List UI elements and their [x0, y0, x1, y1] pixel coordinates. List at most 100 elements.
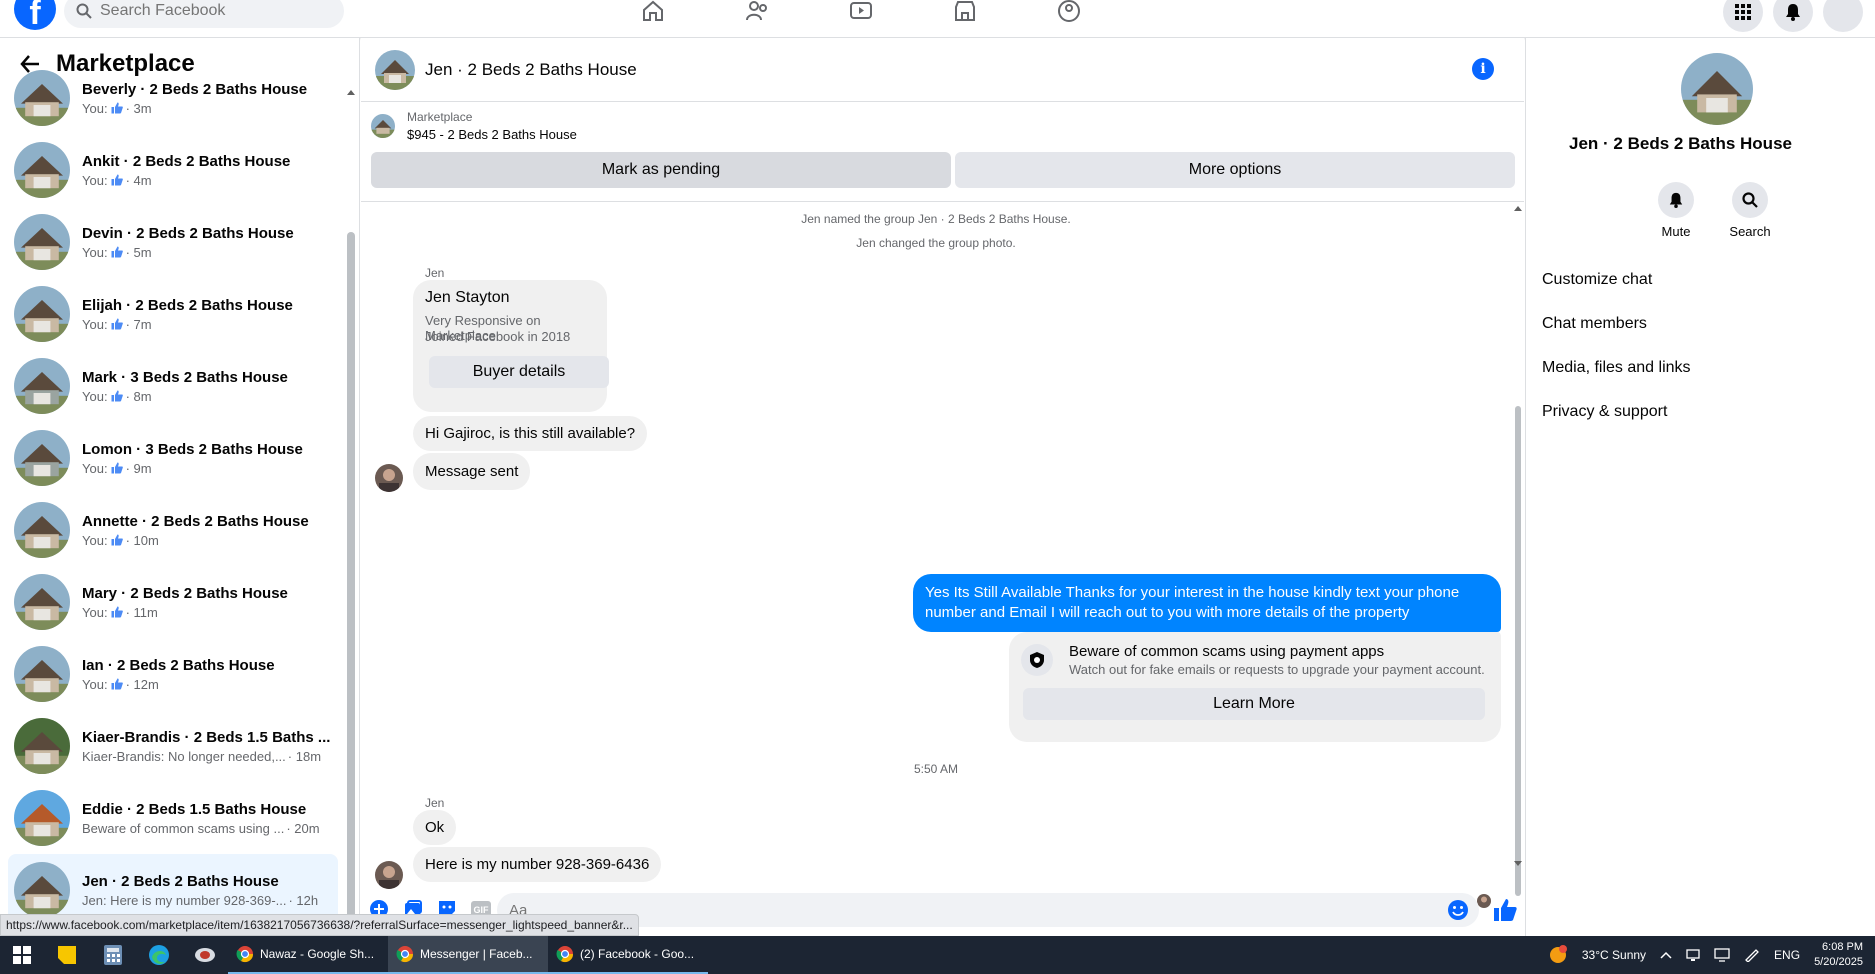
sticky-notes-icon[interactable]: [44, 936, 90, 974]
conversation-item[interactable]: Elijah · 2 Beds 2 Baths House You: · 7m: [8, 278, 338, 350]
conversation-item[interactable]: Lomon · 3 Beds 2 Baths House You: · 9m: [8, 422, 338, 494]
language-indicator[interactable]: ENG: [1774, 948, 1800, 962]
notifications-icon[interactable]: [1773, 0, 1813, 32]
chrome-icon: [236, 946, 254, 963]
home-icon[interactable]: [640, 0, 666, 26]
friends-icon[interactable]: [744, 0, 770, 26]
taskbar-window-messenger[interactable]: Messenger | Faceb...: [388, 936, 548, 974]
preview-text: You:: [82, 316, 108, 332]
windows-start-icon[interactable]: [0, 936, 44, 974]
taskbar-window-facebook[interactable]: (2) Facebook - Goo...: [548, 936, 708, 974]
customize-chat-item[interactable]: Customize chat: [1542, 258, 1852, 302]
preview-time: · 5m: [125, 244, 152, 260]
conversation-avatar: [14, 502, 70, 558]
weather-sun-icon[interactable]: [1548, 945, 1568, 965]
conversation-text: Elijah · 2 Beds 2 Baths House You: · 7m: [82, 297, 293, 332]
chat-panel: Jen · 2 Beds 2 Baths House i Marketplace…: [361, 38, 1524, 936]
conversation-name: Lomon · 3 Beds 2 Baths House: [82, 440, 303, 458]
info-icon[interactable]: i: [1472, 58, 1494, 80]
facebook-search-input[interactable]: [100, 2, 300, 20]
message-bubble[interactable]: Message sent: [413, 453, 531, 490]
groups-icon[interactable]: [1056, 0, 1082, 26]
facebook-logo-icon[interactable]: f: [14, 0, 56, 30]
conversation-item[interactable]: Mary · 2 Beds 2 Baths House You: · 11m: [8, 566, 338, 638]
buyer-joined: Joined Facebook in 2018: [425, 329, 571, 344]
message-bubble[interactable]: Hi Gajiroc, is this still available?: [413, 416, 648, 451]
scam-warning-title: Beware of common scams using payment app…: [1069, 643, 1385, 660]
message-bubble[interactable]: Here is my number 928-369-6436: [413, 847, 662, 882]
message-input[interactable]: [509, 901, 1409, 919]
mute-label: Mute: [1661, 224, 1691, 239]
taskbar-window-sheets[interactable]: Nawaz - Google Sh...: [228, 936, 388, 974]
conversation-name: Devin · 2 Beds 2 Baths House: [82, 224, 294, 242]
sidebar-scrollbar[interactable]: [347, 232, 355, 972]
conversation-item[interactable]: Mark · 3 Beds 2 Baths House You: · 8m: [8, 350, 338, 422]
thumbs-up-icon: [111, 462, 123, 474]
preview-time: · 11m: [125, 604, 158, 620]
message-input-wrapper[interactable]: [497, 893, 1479, 927]
message-bubble[interactable]: Ok: [413, 810, 457, 845]
weather-text[interactable]: 33°C Sunny: [1582, 948, 1646, 962]
system-tray: 33°C Sunny ENG 6:08 PM 5/20/2025: [1548, 936, 1875, 974]
marketplace-icon[interactable]: [952, 0, 978, 26]
chat-members-item[interactable]: Chat members: [1542, 302, 1852, 346]
mark-pending-button[interactable]: Mark as pending: [371, 152, 951, 188]
learn-more-button[interactable]: Learn More: [1023, 688, 1485, 720]
conversation-preview: You: · 12m: [82, 677, 275, 692]
conversation-avatar: [14, 214, 70, 270]
preview-time: · 4m: [125, 172, 152, 188]
conversation-item[interactable]: Ankit · 2 Beds 2 Baths House You: · 4m: [8, 134, 338, 206]
chat-scroll-down-icon[interactable]: [1513, 860, 1523, 868]
chat-scroll-up-icon[interactable]: [1513, 204, 1523, 212]
network-icon[interactable]: [1686, 948, 1700, 962]
conversation-item[interactable]: Ian · 2 Beds 2 Baths House You: · 12m: [8, 638, 338, 710]
search-chat-button[interactable]: Search: [1729, 182, 1771, 239]
conversation-preview: You: · 10m: [82, 533, 309, 548]
conversation-name: Elijah · 2 Beds 2 Baths House: [82, 296, 293, 314]
conversation-item[interactable]: Beverly · 2 Beds 2 Baths House You: · 3m: [8, 62, 338, 134]
conversation-text: Annette · 2 Beds 2 Baths House You: · 10m: [82, 513, 309, 548]
thumbs-up-icon: [111, 678, 123, 690]
display-icon[interactable]: [1714, 948, 1730, 962]
details-avatar[interactable]: [1681, 53, 1753, 125]
my-message-bubble[interactable]: Yes Its Still Available Thanks for your …: [913, 574, 1501, 632]
conversation-item[interactable]: Devin · 2 Beds 2 Baths House You: · 5m: [8, 206, 338, 278]
conversation-name: Ankit · 2 Beds 2 Baths House: [82, 152, 291, 170]
listing-banner[interactable]: Marketplace $945 - 2 Beds 2 Baths House: [371, 110, 577, 142]
windows-taskbar: Nawaz - Google Sh... Messenger | Faceb..…: [0, 936, 1875, 974]
preview-time: · 10m: [125, 532, 159, 548]
conversation-text: Ankit · 2 Beds 2 Baths House You: · 4m: [82, 153, 290, 188]
conversation-item[interactable]: Kiaer-Brandis · 2 Beds 1.5 Baths ... Kiae…: [8, 710, 338, 782]
remote-app-icon[interactable]: [182, 936, 228, 974]
like-thumb-icon[interactable]: [1491, 896, 1519, 924]
media-files-links-item[interactable]: Media, files and links: [1542, 346, 1852, 390]
conversation-name: Ian · 2 Beds 2 Baths House: [82, 656, 275, 674]
scroll-up-arrow-icon[interactable]: [346, 88, 356, 96]
chat-header: Jen · 2 Beds 2 Baths House i: [361, 38, 1524, 102]
pen-icon[interactable]: [1744, 948, 1760, 962]
sender-name: Jen: [425, 266, 445, 280]
chat-avatar[interactable]: [375, 49, 415, 90]
conversation-preview: You: · 8m: [82, 389, 288, 404]
watch-icon[interactable]: [848, 0, 874, 26]
emoji-icon[interactable]: [1447, 899, 1469, 921]
tray-chevron-icon[interactable]: [1660, 951, 1672, 959]
mute-button[interactable]: Mute: [1656, 182, 1696, 239]
privacy-support-item[interactable]: Privacy & support: [1542, 390, 1852, 434]
conversation-item[interactable]: Annette · 2 Beds 2 Baths House You: · 10m: [8, 494, 338, 566]
more-options-button[interactable]: More options: [955, 152, 1515, 188]
conversation-avatar: [14, 574, 70, 630]
facebook-search[interactable]: [64, 0, 344, 28]
clock[interactable]: 6:08 PM 5/20/2025: [1814, 940, 1863, 970]
sender-avatar[interactable]: [375, 464, 403, 492]
buyer-details-button[interactable]: Buyer details: [429, 356, 609, 388]
edge-browser-icon[interactable]: [136, 936, 182, 974]
search-label: Search: [1729, 224, 1771, 239]
chat-scrollbar[interactable]: [1515, 406, 1521, 896]
menu-grid-icon[interactable]: [1723, 0, 1763, 32]
profile-icon[interactable]: [1823, 0, 1863, 32]
taskbar-window-label: (2) Facebook - Goo...: [580, 947, 695, 961]
calculator-icon[interactable]: [90, 936, 136, 974]
preview-time: · 8m: [125, 388, 152, 404]
conversation-item[interactable]: Eddie · 2 Beds 1.5 Baths House Beware of …: [8, 782, 338, 854]
